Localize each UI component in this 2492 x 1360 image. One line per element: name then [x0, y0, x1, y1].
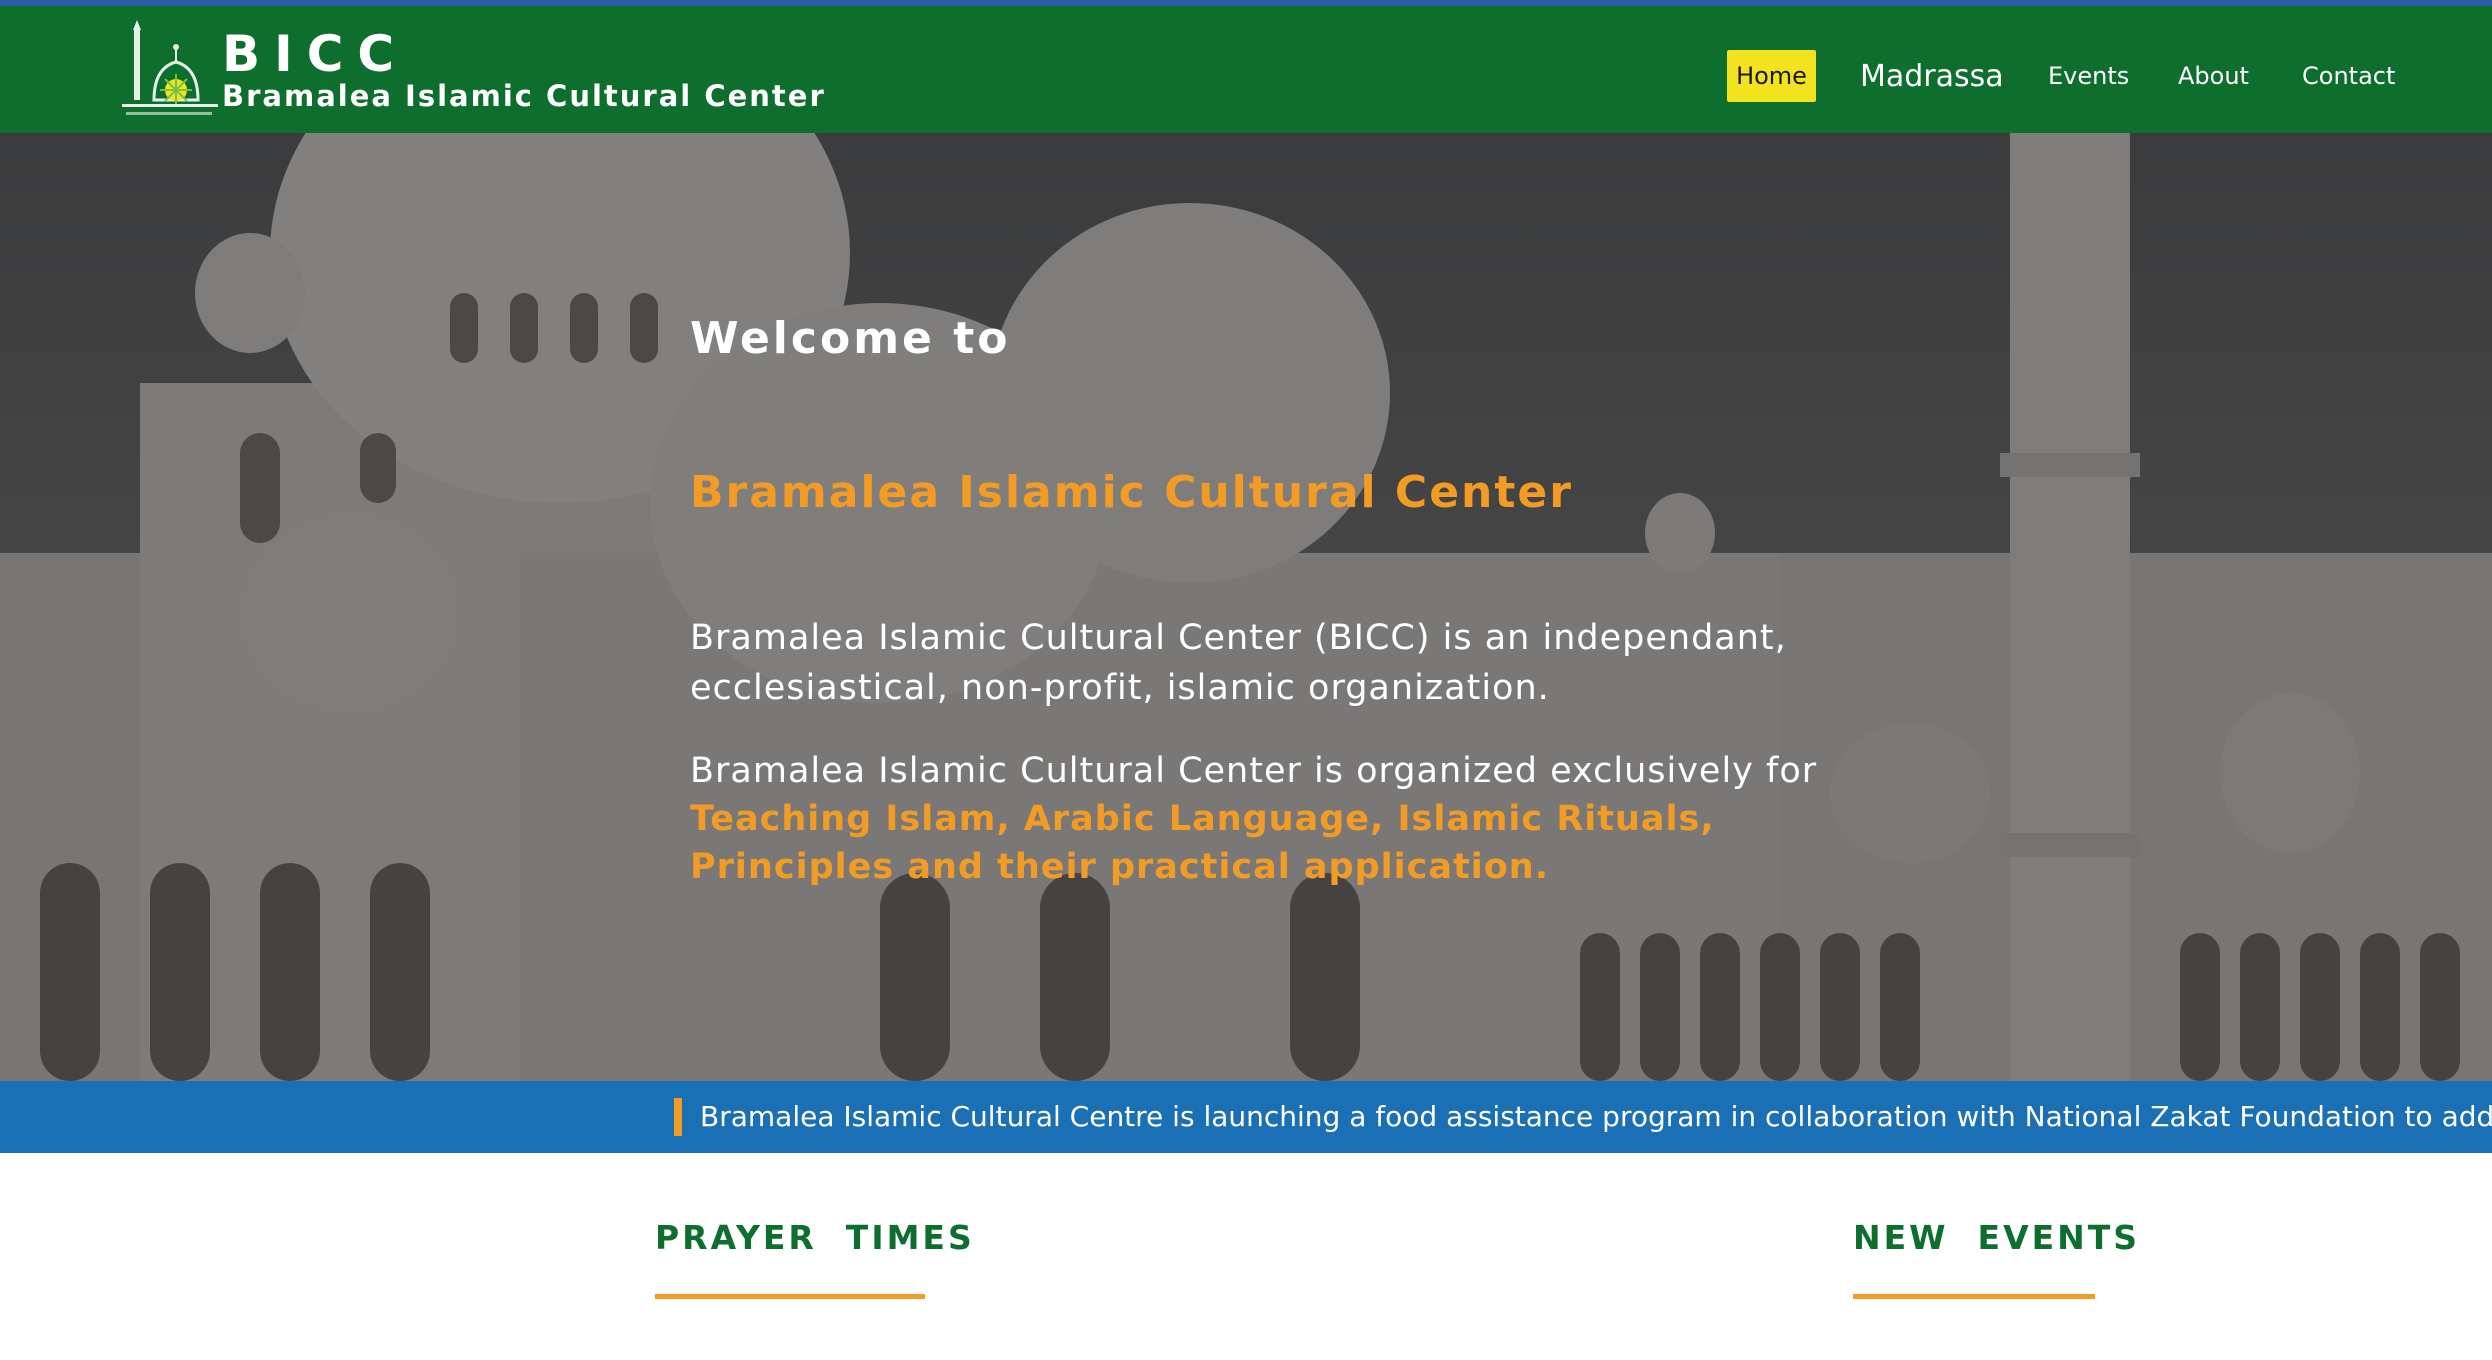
brand-abbreviation[interactable]: BICC: [222, 24, 408, 84]
nav-home-link[interactable]: Home: [1727, 50, 1816, 102]
prayer-times-heading: PRAYER TIMES: [655, 1218, 975, 1257]
news-ticker[interactable]: Bramalea Islamic Cultural Centre is laun…: [0, 1081, 2492, 1153]
brand-full-name[interactable]: Bramalea Islamic Cultural Center: [222, 78, 826, 114]
hero-welcome-heading: Welcome to: [690, 313, 1011, 364]
site-header: BICC Bramalea Islamic Cultural Center Ho…: [0, 6, 2492, 133]
mosque-logo-icon[interactable]: [114, 20, 224, 124]
hero-description-1: Bramalea Islamic Cultural Center (BICC) …: [690, 618, 1787, 708]
hero-description-2-highlight: Teaching Islam, Arabic Language, Islamic…: [690, 799, 1715, 887]
ticker-text[interactable]: Bramalea Islamic Cultural Centre is laun…: [700, 1081, 2492, 1153]
prayer-times-underline: [655, 1294, 925, 1299]
new-events-underline: [1853, 1294, 2095, 1299]
nav-about-link[interactable]: About: [2178, 50, 2249, 102]
hero-section: Welcome to Bramalea Islamic Cultural Cen…: [0, 133, 2492, 1081]
new-events-heading: NEW EVENTS: [1853, 1218, 2141, 1257]
nav-madrassa-link[interactable]: Madrassa: [1860, 50, 2004, 102]
hero-description-2-text: Bramalea Islamic Cultural Center is orga…: [690, 751, 1818, 791]
hero-dark-overlay: [0, 133, 2492, 1081]
nav-contact-link[interactable]: Contact: [2302, 50, 2395, 102]
hero-center-name: Bramalea Islamic Cultural Center: [690, 467, 1573, 518]
ticker-accent-bar: [674, 1098, 682, 1136]
nav-events-link[interactable]: Events: [2048, 50, 2129, 102]
hero-description-2: Bramalea Islamic Cultural Center is orga…: [690, 747, 1830, 891]
